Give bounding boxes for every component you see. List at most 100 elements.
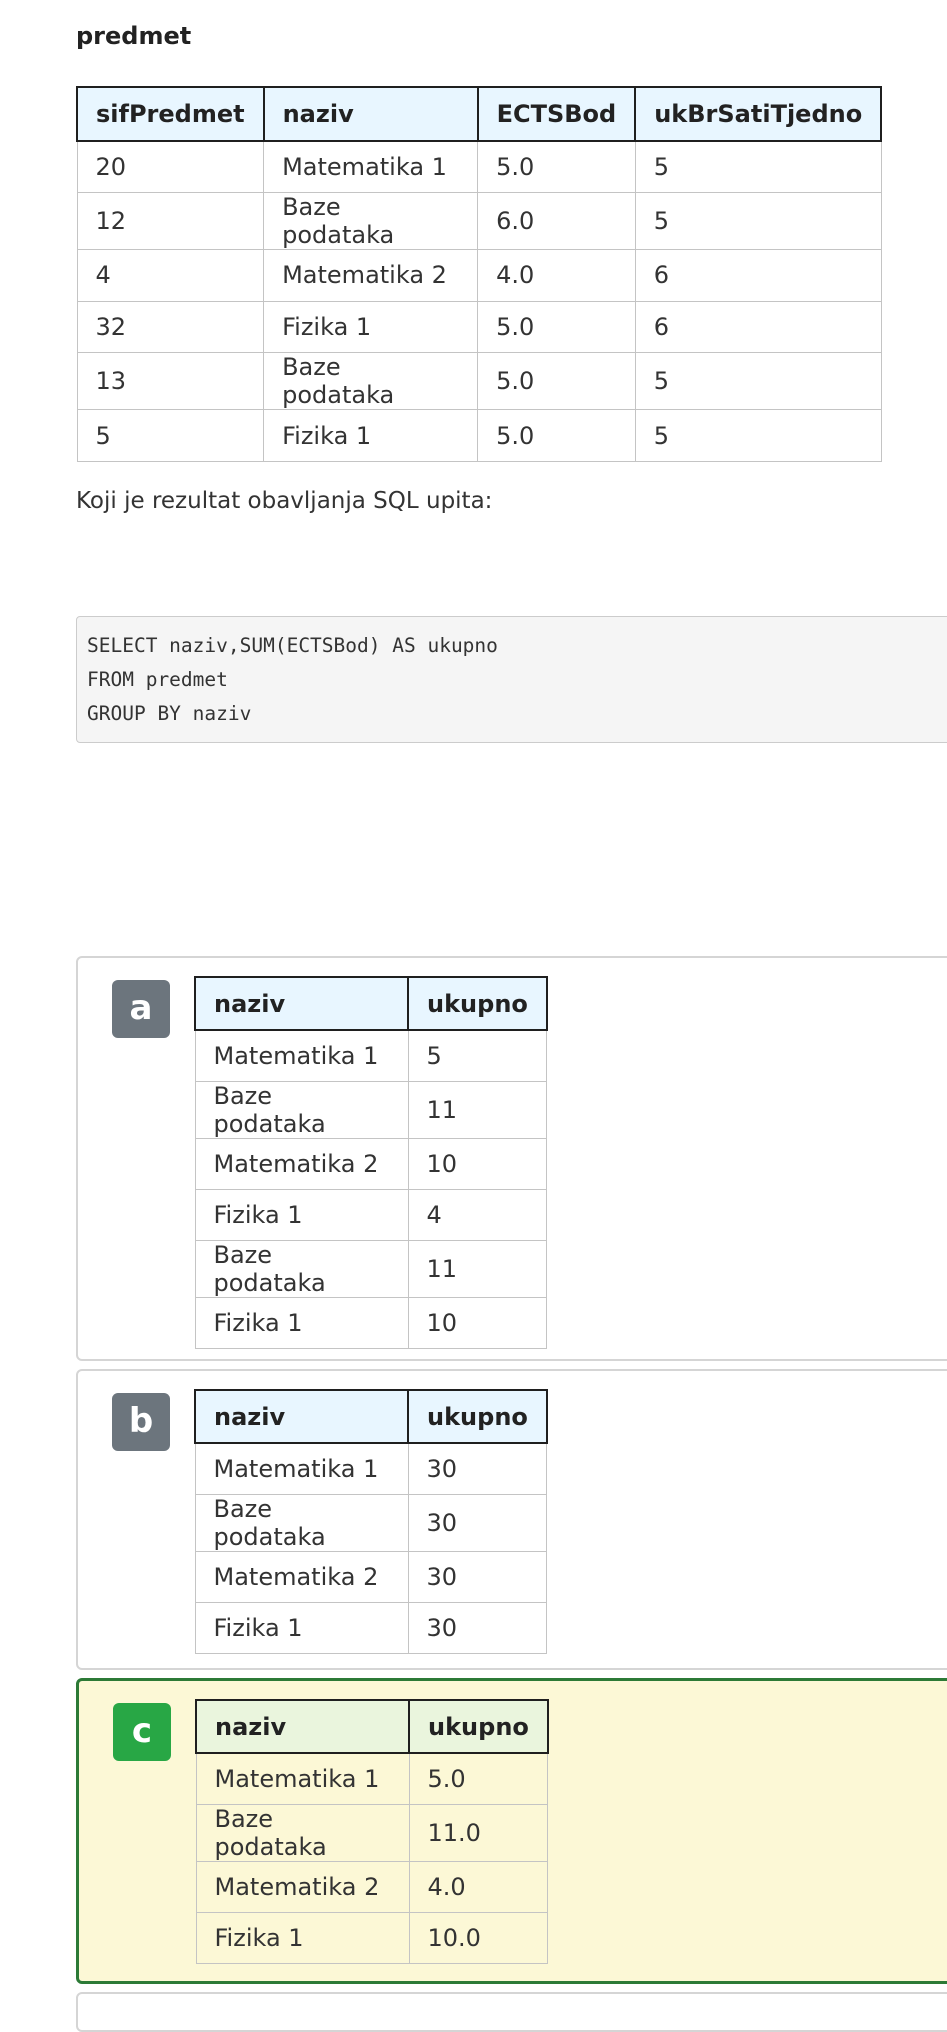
table-row: Baze podataka 11: [194, 1240, 548, 1299]
table-row: 20 Matematika 1 5.0 5: [76, 140, 882, 194]
table-cell: 5: [76, 409, 265, 462]
answer-option-d[interactable]: [76, 1992, 947, 2032]
option-b-table: naziv ukupno Matematika 1 30 Baze podatak…: [194, 1389, 548, 1655]
table-cell: Fizika 1: [194, 1601, 409, 1655]
table-cell: 30: [407, 1442, 548, 1495]
table-cell: 5: [407, 1029, 548, 1082]
answer-option-c[interactable]: c naziv ukupno Matematika 1 5.0 Baze poda…: [76, 1678, 947, 1984]
table-row: 12 Baze podataka 6.0 5: [76, 192, 882, 251]
table-cell: 6.0: [477, 192, 636, 251]
sql-line: GROUP BY naziv: [87, 702, 252, 725]
table-cell: Fizika 1: [194, 1297, 409, 1350]
table-cell: 5.0: [477, 300, 636, 354]
table-row: Baze podataka 11.0: [195, 1803, 549, 1862]
column-header-naziv: naziv: [194, 976, 409, 1031]
sql-line: SELECT naziv,SUM(ECTSBod) AS ukupno: [87, 634, 498, 657]
table-cell: 5.0: [477, 140, 636, 194]
table-cell: Matematika 1: [194, 1442, 409, 1495]
table-cell: 6: [634, 300, 882, 354]
sql-code-block: SELECT naziv,SUM(ECTSBod) AS ukupno FROM…: [76, 616, 947, 743]
answer-option-a[interactable]: a naziv ukupno Matematika 15 Baze podata…: [76, 956, 947, 1361]
table-header-row: naziv ukupno: [195, 1699, 549, 1754]
table-row: Matematika 1 30: [194, 1442, 548, 1495]
table-cell: 12: [76, 192, 265, 251]
table-cell: Baze podataka: [194, 1080, 409, 1139]
option-c-table: naziv ukupno Matematika 1 5.0 Baze podata…: [195, 1699, 549, 1965]
table-title: predmet: [76, 22, 192, 50]
table-cell: 11.0: [408, 1803, 549, 1862]
table-header-row: naziv ukupno: [194, 976, 548, 1031]
table-cell: Fizika 1: [263, 300, 479, 354]
column-header-ukupno: ukupno: [408, 1699, 549, 1754]
table-cell: 11: [407, 1080, 548, 1139]
table-cell: Matematika 2: [263, 249, 479, 302]
table-row: Fizika 14: [194, 1188, 548, 1242]
table-cell: 4.0: [408, 1860, 549, 1913]
table-cell: 4.0: [477, 249, 636, 302]
table-row: Matematika 15: [194, 1029, 548, 1082]
option-letter-badge: c: [113, 1703, 171, 1761]
table-cell: Matematika 1: [194, 1029, 409, 1082]
question-text: Koji je rezultat obavljanja SQL upita:: [76, 488, 493, 514]
table-row: 4 Matematika 2 4.0 6: [76, 249, 882, 302]
table-cell: Matematika 1: [263, 140, 479, 194]
column-header-ukupno: ukupno: [407, 976, 548, 1031]
table-cell: 6: [634, 249, 882, 302]
option-letter-badge: b: [112, 1393, 170, 1451]
table-row: Baze podataka 30: [194, 1493, 548, 1552]
table-cell: Baze podataka: [263, 192, 479, 251]
table-cell: Fizika 1: [194, 1188, 409, 1242]
table-cell: Fizika 1: [195, 1911, 410, 1965]
column-header-ectsbod: ECTSBod: [476, 86, 637, 142]
table-cell: 5: [634, 409, 882, 462]
column-header-naziv: naziv: [262, 86, 479, 142]
table-cell: 32: [76, 300, 265, 354]
table-cell: 10.0: [408, 1911, 549, 1965]
table-cell: Matematika 2: [195, 1860, 410, 1913]
table-cell: 5.0: [477, 352, 636, 411]
table-cell: 30: [407, 1550, 548, 1603]
table-row: Fizika 1 10.0: [195, 1911, 549, 1965]
table-cell: 10: [407, 1137, 548, 1190]
table-cell: 5: [634, 192, 882, 251]
table-row: 5 Fizika 1 5.0 5: [76, 409, 882, 462]
table-cell: 30: [407, 1493, 548, 1552]
table-row: Matematika 2 30: [194, 1550, 548, 1603]
table-cell: Matematika 2: [194, 1137, 409, 1190]
table-cell: 13: [76, 352, 265, 411]
table-cell: 5: [634, 352, 882, 411]
table-row: Fizika 1 30: [194, 1601, 548, 1655]
table-row: Baze podataka 11: [194, 1080, 548, 1139]
table-cell: 5.0: [408, 1752, 549, 1805]
column-header-ukupno: ukupno: [407, 1389, 548, 1444]
table-cell: 20: [76, 140, 265, 194]
table-header-row: naziv ukupno: [194, 1389, 548, 1444]
table-row: Fizika 1 10: [194, 1297, 548, 1350]
column-header-naziv: naziv: [194, 1389, 409, 1444]
sql-line: FROM predmet: [87, 668, 228, 691]
table-row: 13 Baze podataka 5.0 5: [76, 352, 882, 411]
table-cell: Baze podataka: [195, 1803, 410, 1862]
option-a-table: naziv ukupno Matematika 15 Baze podataka…: [194, 976, 548, 1350]
table-row: Matematika 2 10: [194, 1137, 548, 1190]
table-cell: 4: [76, 249, 265, 302]
table-cell: 11: [407, 1240, 548, 1299]
column-header-sifpredmet: sifPredmet: [76, 86, 265, 142]
table-cell: Fizika 1: [263, 409, 479, 462]
table-cell: Baze podataka: [194, 1240, 409, 1299]
table-cell: 4: [407, 1188, 548, 1242]
table-cell: Matematika 2: [194, 1550, 409, 1603]
option-letter-badge: a: [112, 980, 170, 1038]
table-cell: Matematika 1: [195, 1752, 410, 1805]
table-cell: 5: [634, 140, 882, 194]
table-cell: 10: [407, 1297, 548, 1350]
table-row: 32 Fizika 1 5.0 6: [76, 300, 882, 354]
table-cell: 5.0: [477, 409, 636, 462]
table-row: Matematika 2 4.0: [195, 1860, 549, 1913]
table-cell: Baze podataka: [194, 1493, 409, 1552]
answer-option-b[interactable]: b naziv ukupno Matematika 1 30 Baze podat…: [76, 1369, 947, 1670]
table-row: Matematika 1 5.0: [195, 1752, 549, 1805]
table-cell: 30: [407, 1601, 548, 1655]
column-header-naziv: naziv: [195, 1699, 410, 1754]
table-header-row: sifPredmet naziv ECTSBod ukBrSatiTjedno: [76, 86, 883, 142]
